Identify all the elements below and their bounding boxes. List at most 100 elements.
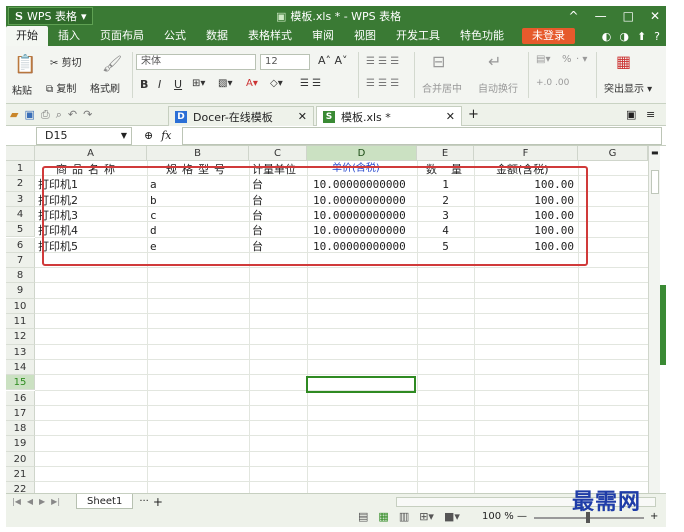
close-tab-icon[interactable]: ✕: [298, 110, 307, 123]
highlight-icon[interactable]: ▦: [616, 52, 631, 71]
skin-icon[interactable]: ◐: [602, 30, 612, 43]
column-header-d[interactable]: D: [307, 146, 417, 161]
row-header[interactable]: 6: [6, 237, 35, 253]
tab-list-icon[interactable]: ▣: [626, 108, 636, 121]
fill-color-icon[interactable]: ▧▾: [218, 78, 232, 89]
normal-view-icon[interactable]: ▤: [358, 510, 368, 523]
row-header[interactable]: 2: [6, 176, 35, 192]
tab-menu-icon[interactable]: ≡: [646, 108, 655, 121]
format-painter-button[interactable]: 格式刷: [90, 80, 120, 95]
last-sheet-icon[interactable]: ▶|: [51, 497, 60, 506]
tab-template-xls[interactable]: S 模板.xls * ✕: [316, 106, 462, 126]
row-header[interactable]: 1: [6, 161, 35, 177]
name-box[interactable]: D15 ▼: [36, 126, 132, 145]
copy-button[interactable]: ⧉ 复制: [46, 80, 76, 95]
zoom-level[interactable]: 100 % —: [482, 511, 527, 522]
cut-button[interactable]: ✂ 剪切: [50, 54, 82, 69]
row-header[interactable]: 13: [6, 344, 35, 360]
next-sheet-icon[interactable]: ▶: [39, 497, 45, 506]
page-break-view-icon[interactable]: ▥: [399, 510, 409, 523]
first-sheet-icon[interactable]: |◀: [12, 497, 21, 506]
selected-cell-d15[interactable]: [306, 376, 416, 393]
bold-button[interactable]: B: [140, 78, 148, 91]
row-header[interactable]: 18: [6, 421, 35, 437]
page-layout-view-icon[interactable]: ▦: [378, 510, 388, 523]
number-format-icon[interactable]: ▤▾: [536, 54, 550, 65]
zoom-function-icon[interactable]: ⊕: [144, 129, 153, 142]
format-painter-icon[interactable]: 🖌: [102, 54, 122, 73]
column-header-b[interactable]: B: [147, 146, 249, 161]
percent-button[interactable]: %: [562, 54, 572, 65]
wrap-icon[interactable]: ↵: [488, 52, 501, 71]
minimize-icon[interactable]: —: [595, 9, 607, 23]
save-icon[interactable]: ▣: [24, 108, 34, 122]
formula-input[interactable]: [181, 126, 662, 145]
italic-button[interactable]: I: [158, 78, 161, 91]
column-header-c[interactable]: C: [249, 146, 307, 161]
row-header[interactable]: 10: [6, 298, 35, 314]
tab-review[interactable]: 审阅: [302, 26, 344, 46]
tab-special[interactable]: 特色功能: [450, 26, 514, 46]
tab-formulas[interactable]: 公式: [154, 26, 196, 46]
row-header[interactable]: 7: [6, 252, 35, 269]
new-tab-icon[interactable]: +: [468, 107, 479, 122]
zoom-in-icon[interactable]: +: [650, 511, 658, 522]
login-button[interactable]: 未登录: [522, 28, 575, 44]
indent-icon[interactable]: ☰ ☰: [300, 78, 321, 89]
tab-developer[interactable]: 开发工具: [386, 26, 450, 46]
row-header[interactable]: 21: [6, 467, 35, 483]
merge-icon[interactable]: ⊟: [432, 52, 445, 71]
row-header[interactable]: 16: [6, 390, 35, 406]
clear-format-icon[interactable]: ◇▾: [270, 78, 283, 89]
spreadsheet-grid[interactable]: A B C D E F G 1 2 3 4 5 6 7 8 9 10 11 12 13 14 15 16 17 1…: [6, 146, 658, 493]
select-all-corner[interactable]: [6, 146, 35, 161]
more-sheets-icon[interactable]: ···: [139, 496, 149, 507]
column-header-f[interactable]: F: [474, 146, 578, 161]
column-header-a[interactable]: A: [35, 146, 147, 161]
row-header[interactable]: 14: [6, 359, 35, 376]
side-panel-toggle[interactable]: [660, 285, 666, 365]
preview-icon[interactable]: ⌕: [56, 108, 62, 122]
row-header[interactable]: 8: [6, 268, 35, 284]
scroll-up-icon[interactable]: ▬: [651, 148, 659, 157]
collapse-ribbon-icon[interactable]: ^: [569, 9, 579, 23]
fx-button[interactable]: fx: [161, 129, 171, 142]
eye-protection-icon[interactable]: ■▾: [444, 510, 460, 523]
tab-home[interactable]: 开始: [6, 26, 48, 46]
highlight-duplicates-button[interactable]: 突出显示 ▾: [604, 80, 652, 95]
column-header-g[interactable]: G: [578, 146, 648, 161]
row-header[interactable]: 4: [6, 206, 35, 223]
row-header[interactable]: 20: [6, 451, 35, 467]
row-header[interactable]: 22: [6, 482, 35, 493]
close-tab-icon[interactable]: ✕: [446, 110, 455, 123]
tab-view[interactable]: 视图: [344, 26, 386, 46]
vertical-scrollbar[interactable]: ▬: [648, 146, 660, 493]
scroll-thumb[interactable]: [651, 170, 659, 194]
underline-button[interactable]: U: [174, 78, 182, 91]
border-icon[interactable]: ⊞▾: [192, 78, 205, 89]
undo-icon[interactable]: ↶: [68, 108, 77, 122]
sheet-tab-sheet1[interactable]: Sheet1: [76, 494, 134, 509]
maximize-icon[interactable]: □: [623, 9, 634, 23]
app-menu-button[interactable]: S WPS 表格 ▾: [8, 7, 94, 25]
help-icon[interactable]: ?: [654, 30, 660, 43]
increase-font-icon[interactable]: A˄ A˅: [318, 54, 348, 67]
chevron-down-icon[interactable]: ▼: [121, 128, 127, 144]
tab-insert[interactable]: 插入: [48, 26, 90, 46]
sync-icon[interactable]: ◑: [619, 30, 629, 43]
reading-mode-icon[interactable]: ⊞▾: [419, 510, 434, 523]
decimal-icon[interactable]: +.0 .00: [536, 78, 569, 88]
tab-page-layout[interactable]: 页面布局: [90, 26, 154, 46]
row-header[interactable]: 19: [6, 436, 35, 452]
paste-button[interactable]: 粘贴: [12, 82, 32, 97]
align-left-icon[interactable]: ☰ ☰ ☰: [366, 78, 399, 89]
tab-table-style[interactable]: 表格样式: [238, 26, 302, 46]
row-header[interactable]: 5: [6, 222, 35, 238]
row-header[interactable]: 12: [6, 329, 35, 345]
close-icon[interactable]: ✕: [650, 9, 660, 23]
row-header[interactable]: 9: [6, 283, 35, 299]
font-size-select[interactable]: 12: [260, 54, 310, 70]
row-header[interactable]: 11: [6, 314, 35, 330]
upload-icon[interactable]: ⬆: [637, 30, 646, 43]
row-header[interactable]: 15: [6, 375, 35, 391]
